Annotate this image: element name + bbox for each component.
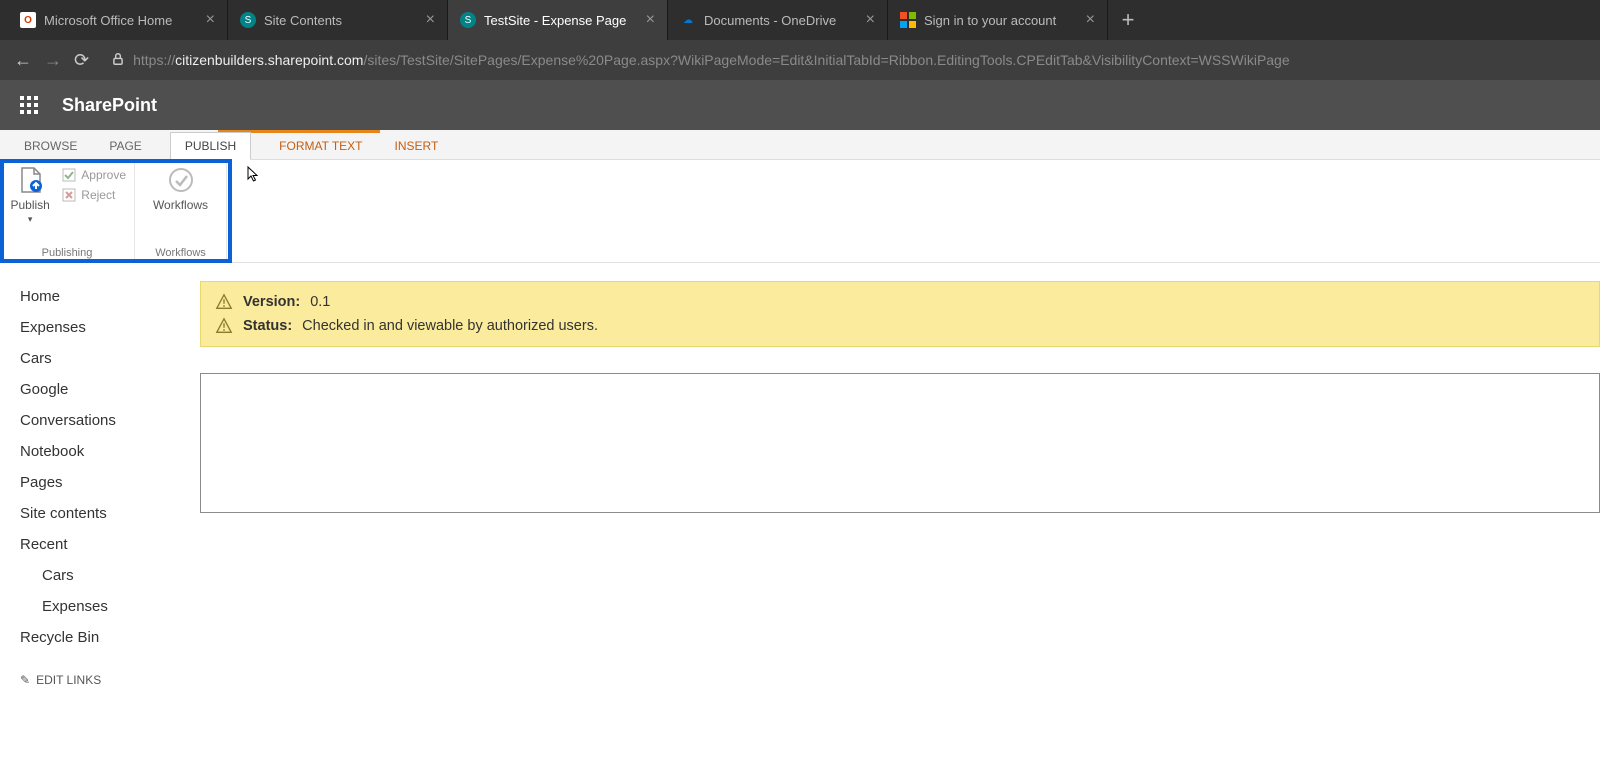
- close-icon[interactable]: ×: [1086, 11, 1095, 29]
- workflows-button[interactable]: Workflows: [151, 164, 211, 212]
- pencil-icon: ✎: [20, 673, 30, 687]
- nav-google[interactable]: Google: [20, 374, 180, 405]
- browser-tab[interactable]: Sign in to your account ×: [888, 0, 1108, 40]
- sharepoint-icon: S: [240, 12, 256, 28]
- suite-bar: SharePoint: [0, 80, 1600, 130]
- edit-links-button[interactable]: ✎ EDIT LINKS: [20, 673, 180, 687]
- nav-expenses[interactable]: Expenses: [20, 312, 180, 343]
- forward-button[interactable]: →: [44, 50, 62, 71]
- ribbon-tab-insert[interactable]: INSERT: [391, 133, 443, 159]
- main-content: Version: 0.1 Status: Checked in and view…: [200, 263, 1600, 705]
- tab-title: Site Contents: [264, 13, 418, 28]
- warning-icon: [215, 317, 233, 335]
- browser-tab-active[interactable]: S TestSite - Expense Page ×: [448, 0, 668, 40]
- new-tab-button[interactable]: +: [1108, 0, 1148, 40]
- close-icon[interactable]: ×: [206, 11, 215, 29]
- close-icon[interactable]: ×: [866, 11, 875, 29]
- browser-tab[interactable]: O Microsoft Office Home ×: [8, 0, 228, 40]
- sharepoint-icon: S: [460, 12, 476, 28]
- tab-title: TestSite - Expense Page: [484, 13, 638, 28]
- ribbon-tab-page[interactable]: PAGE: [105, 133, 145, 159]
- reload-button[interactable]: ⟳: [74, 50, 89, 71]
- tab-title: Microsoft Office Home: [44, 13, 198, 28]
- ribbon-tab-browse[interactable]: BROWSE: [20, 133, 81, 159]
- nav-recent[interactable]: Recent: [20, 529, 180, 560]
- publish-label: Publish: [10, 198, 49, 212]
- onedrive-icon: ☁: [680, 12, 696, 28]
- mouse-cursor-icon: [246, 166, 262, 187]
- ribbon-group-publishing: Publish ▾ Approve Reject Publishing: [0, 160, 135, 262]
- left-navigation: Home Expenses Cars Google Conversations …: [0, 263, 200, 705]
- tab-title: Sign in to your account: [924, 13, 1078, 28]
- version-label: Version:: [243, 294, 300, 310]
- group-label: Publishing: [8, 244, 126, 262]
- browser-tab[interactable]: S Site Contents ×: [228, 0, 448, 40]
- back-button[interactable]: ←: [14, 50, 32, 71]
- approve-button[interactable]: Approve: [62, 168, 126, 182]
- ribbon-group-workflows: Workflows Workflows: [135, 160, 227, 262]
- ribbon: Publish ▾ Approve Reject Publishing Work…: [0, 160, 1600, 263]
- edit-links-label: EDIT LINKS: [36, 673, 101, 687]
- office-icon: O: [20, 12, 36, 28]
- url-text: https://citizenbuilders.sharepoint.com/s…: [133, 52, 1290, 68]
- browser-toolbar: ← → ⟳ https://citizenbuilders.sharepoint…: [0, 40, 1600, 80]
- approve-label: Approve: [81, 168, 126, 182]
- nav-home[interactable]: Home: [20, 281, 180, 312]
- nav-notebook[interactable]: Notebook: [20, 436, 180, 467]
- group-label: Workflows: [143, 244, 218, 262]
- page-editor[interactable]: [200, 373, 1600, 513]
- nav-recent-cars[interactable]: Cars: [20, 560, 180, 591]
- status-value: Checked in and viewable by authorized us…: [302, 318, 598, 334]
- warning-icon: [215, 293, 233, 311]
- ribbon-tab-format-text[interactable]: FORMAT TEXT: [275, 133, 366, 159]
- browser-tab-strip: O Microsoft Office Home × S Site Content…: [0, 0, 1600, 40]
- chevron-down-icon: ▾: [28, 214, 33, 225]
- reject-label: Reject: [81, 188, 115, 202]
- lock-icon: [111, 52, 125, 69]
- ribbon-tabs: BROWSE PAGE PUBLISH FORMAT TEXT INSERT: [0, 130, 1600, 160]
- nav-site-contents[interactable]: Site contents: [20, 498, 180, 529]
- workflows-label: Workflows: [153, 198, 208, 212]
- status-banner: Version: 0.1 Status: Checked in and view…: [200, 281, 1600, 347]
- reject-button[interactable]: Reject: [62, 188, 126, 202]
- nav-recycle-bin[interactable]: Recycle Bin: [20, 622, 180, 653]
- nav-pages[interactable]: Pages: [20, 467, 180, 498]
- publish-button[interactable]: Publish ▾: [8, 164, 52, 225]
- address-bar[interactable]: https://citizenbuilders.sharepoint.com/s…: [101, 45, 1586, 75]
- microsoft-icon: [900, 12, 916, 28]
- app-launcher-icon[interactable]: [20, 96, 38, 114]
- tab-title: Documents - OneDrive: [704, 13, 858, 28]
- ribbon-tab-publish[interactable]: PUBLISH: [170, 132, 251, 160]
- close-icon[interactable]: ×: [426, 11, 435, 29]
- browser-tab[interactable]: ☁ Documents - OneDrive ×: [668, 0, 888, 40]
- suite-title: SharePoint: [62, 95, 157, 116]
- version-value: 0.1: [310, 294, 330, 310]
- nav-conversations[interactable]: Conversations: [20, 405, 180, 436]
- nav-cars[interactable]: Cars: [20, 343, 180, 374]
- status-label: Status:: [243, 318, 292, 334]
- nav-recent-expenses[interactable]: Expenses: [20, 591, 180, 622]
- close-icon[interactable]: ×: [646, 11, 655, 29]
